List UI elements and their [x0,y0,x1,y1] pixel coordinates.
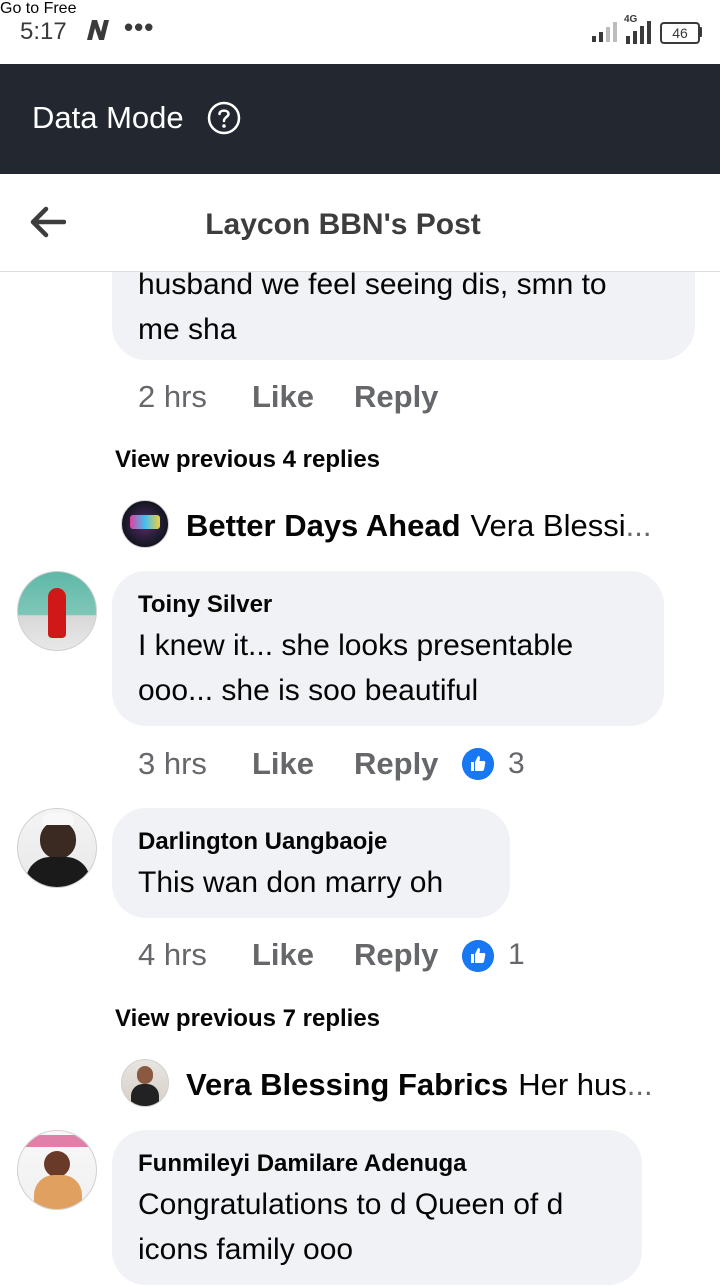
status-time: 5:17 [20,18,67,45]
battery-icon: 46 [660,22,700,44]
more-notifications-icon: ••• [124,12,155,42]
comment-time: 4 hrs [138,937,207,972]
avatar[interactable] [121,500,169,548]
like-button[interactable]: Like [252,746,314,782]
comment-text-line: This wan don marry oh [138,866,444,899]
ellipsis: ... [625,508,652,543]
help-icon[interactable] [207,101,241,135]
data-mode-bar: Data Mode [0,64,720,174]
reply-button[interactable]: Reply [354,937,438,973]
view-previous-replies-link[interactable]: View previous 7 replies [115,1005,380,1033]
view-previous-replies-link[interactable]: View previous 4 replies [115,446,380,474]
reply-button[interactable]: Reply [354,746,438,782]
comment-text-line: me sha [138,313,237,346]
signal-icon-sim2 [626,21,651,44]
like-button[interactable]: Like [252,379,314,415]
reply-author: Better Days Ahead [186,508,461,543]
avatar[interactable] [17,571,97,651]
reply-button[interactable]: Reply [354,379,438,415]
avatar[interactable] [17,1130,97,1210]
like-button[interactable]: Like [252,937,314,973]
signal-icon [592,22,617,42]
comment-text-line: Congratulations to d Queen of d [138,1188,564,1221]
thumbs-up-icon [462,748,494,780]
reply-snippet: Vera Blessi [470,508,626,543]
thumbs-up-icon [462,940,494,972]
comments-list: husband we feel seeing dis, smn to me sh… [0,272,720,1286]
reply-preview[interactable]: Vera Blessing Fabrics Her hus... [186,1067,653,1103]
comment-text-line: icons family ooo [138,1233,354,1266]
reaction-count: 3 [508,747,525,780]
comment-time: 3 hrs [138,746,207,781]
ellipsis: ... [626,1067,653,1102]
comment-author: Darlington Uangbaoje [138,828,388,855]
comment-bubble[interactable]: Funmileyi Damilare Adenuga Congratulatio… [112,1130,642,1285]
comment-bubble[interactable]: Darlington Uangbaoje This wan don marry … [112,808,510,918]
avatar[interactable] [121,1059,169,1107]
reply-author: Vera Blessing Fabrics [186,1067,509,1102]
go-to-free-button[interactable]: Go to Free [0,0,76,18]
comment-bubble[interactable]: Toiny Silver I knew it... she looks pres… [112,571,664,726]
reaction-count: 1 [508,938,525,971]
comment-author: Toiny Silver [138,591,273,618]
status-bar: 5:17 ••• 4G 46 [0,0,720,64]
notification-app-icon [87,20,109,40]
data-mode-label: Data Mode [32,100,184,135]
comment-text-line: I knew it... she looks presentable [138,629,574,662]
reply-preview[interactable]: Better Days Ahead Vera Blessi... [186,508,651,544]
comment-bubble-top[interactable]: husband we feel seeing dis, smn to me sh… [112,272,695,360]
post-header: Laycon BBN's Post [0,174,720,272]
comment-author: Funmileyi Damilare Adenuga [138,1150,467,1177]
comment-text-line: ooo... she is soo beautiful [138,674,479,707]
comment-time: 2 hrs [138,379,207,414]
battery-tip [699,27,702,37]
reply-snippet: Her hus [518,1067,627,1102]
page-title: Laycon BBN's Post [205,208,481,241]
comment-text-line: husband we feel seeing dis, smn to [138,272,607,301]
avatar[interactable] [17,808,97,888]
